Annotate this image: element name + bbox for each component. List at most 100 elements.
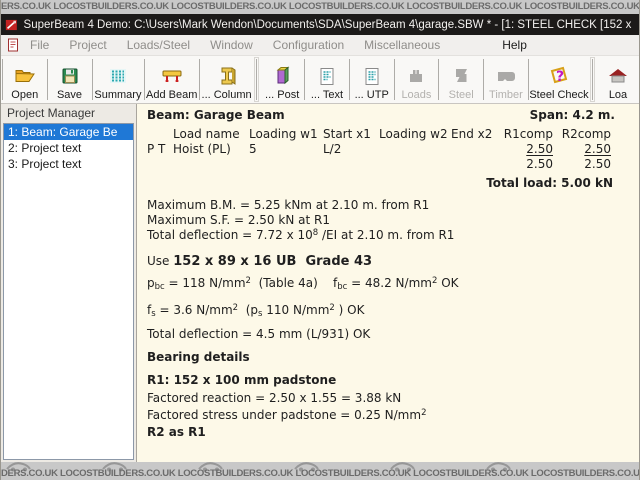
- cell: 5: [249, 142, 323, 157]
- cell: [379, 157, 451, 172]
- toolbar-separator: [438, 59, 439, 100]
- header-cell: End x2: [451, 127, 501, 142]
- toolbar-separator: [592, 59, 593, 100]
- section-designation: 152 x 89 x 16 UB Grade 43: [173, 254, 372, 269]
- menu-help[interactable]: Help: [493, 36, 536, 54]
- child-window-icon: [7, 38, 19, 52]
- toolbar-button-label: Steel Check: [529, 89, 588, 101]
- timber-button: Timber: [485, 56, 527, 103]
- project-item-text-2[interactable]: 2: Project text: [4, 140, 133, 156]
- project-item-text-3[interactable]: 3: Project text: [4, 156, 133, 172]
- max-sf-line: Maximum S.F. = 2.50 kN at R1: [147, 213, 633, 228]
- menu-bar: File Project Loads/Steel Window Configur…: [1, 35, 639, 56]
- utp-doc-icon: [364, 64, 380, 88]
- header-cell: [147, 127, 173, 142]
- toolbar-separator: [2, 59, 3, 100]
- fs-line: fs = 3.6 N/mm2 (ps 110 N/mm2 ) OK: [147, 303, 633, 318]
- use-section-line: Use 152 x 89 x 16 UB Grade 43: [147, 254, 633, 269]
- load-table-header: Load name Loading w1 Start x1 Loading w2…: [147, 127, 613, 142]
- watermark-banner-top: ERS.CO.UK LOCOSTBUILDERS.CO.UK LOCOSTBUI…: [1, 0, 639, 14]
- toolbar-separator: [349, 59, 350, 100]
- toolbar-button-label: Add Beam: [146, 89, 197, 101]
- add-beam-button[interactable]: Add Beam: [145, 56, 198, 103]
- header-cell: Start x1: [323, 127, 379, 142]
- toolbar-separator: [483, 59, 484, 100]
- header-cell: Loading w2: [379, 127, 451, 142]
- toolbar-separator: [144, 59, 145, 100]
- summary-button[interactable]: Summary: [93, 56, 142, 103]
- toolbar-button-label: ... Post: [265, 89, 299, 101]
- timber-icon: [495, 64, 517, 88]
- steel-check-icon: ?: [548, 64, 570, 88]
- toolbar-button-label: Summary: [94, 89, 141, 101]
- r1comp-value: 2.50: [526, 142, 553, 156]
- open-button[interactable]: Open: [4, 56, 46, 103]
- cell: L/2: [323, 142, 379, 157]
- project-item-beam[interactable]: 1: Beam: Garage Be: [4, 124, 133, 140]
- toolbar-separator: [394, 59, 395, 100]
- cell: [451, 142, 501, 157]
- open-folder-icon: [14, 64, 36, 88]
- loads-icon: [406, 64, 426, 88]
- load-table: Load name Loading w1 Start x1 Loading w2…: [147, 127, 613, 172]
- toolbar-button-label: ... Text: [311, 89, 343, 101]
- add-beam-icon: [160, 64, 184, 88]
- load-check-icon: [607, 64, 629, 88]
- toolbar-button-label: ... Column: [202, 89, 252, 101]
- toolbar-button-label: Timber: [489, 89, 523, 101]
- cell: Hoist (PL): [173, 142, 249, 157]
- toolbar-separator: [304, 59, 305, 100]
- r2-line: R2 as R1: [147, 425, 633, 440]
- bearing-details-heading: Bearing details: [147, 350, 633, 365]
- header-cell: Load name: [173, 127, 249, 142]
- menu-window[interactable]: Window: [201, 36, 262, 54]
- padstone-stress-line: Factored stress under padstone = 0.25 N/…: [147, 408, 633, 423]
- steel-check-button[interactable]: ? Steel Check: [530, 56, 589, 103]
- factored-reaction-line: Factored reaction = 2.50 x 1.55 = 3.88 k…: [147, 391, 633, 406]
- save-button[interactable]: Save: [49, 56, 91, 103]
- use-prefix: Use: [147, 254, 173, 268]
- beam-title: Beam: Garage Beam: [147, 108, 285, 122]
- title-bar: SuperBeam 4 Demo: C:\Users\Mark Wendon\D…: [1, 14, 639, 35]
- header-cell: Loading w1: [249, 127, 323, 142]
- toolbar-button-label: Loads: [401, 89, 431, 101]
- menu-miscellaneous[interactable]: Miscellaneous: [355, 36, 449, 54]
- max-bm-line: Maximum B.M. = 5.25 kNm at 2.10 m. from …: [147, 198, 633, 213]
- post-icon: [273, 64, 291, 88]
- toolbar-button-label: Loa: [609, 89, 627, 101]
- menu-configuration[interactable]: Configuration: [264, 36, 353, 54]
- cell: [249, 157, 323, 172]
- r1-padstone-heading: R1: 152 x 100 mm padstone: [147, 373, 633, 388]
- menu-loads-steel[interactable]: Loads/Steel: [118, 36, 199, 54]
- watermark-text: ERS.CO.UK LOCOSTBUILDERS.CO.UK LOCOSTBUI…: [1, 1, 639, 12]
- project-manager-panel: Project Manager 1: Beam: Garage Be 2: Pr…: [1, 104, 137, 462]
- text-doc-icon: [319, 64, 335, 88]
- menu-project[interactable]: Project: [60, 36, 115, 54]
- toolbar-button-label: Steel: [449, 89, 474, 101]
- load-check-button[interactable]: Loa: [597, 56, 639, 103]
- report-header-row: Beam: Garage Beam Span: 4.2 m.: [147, 108, 615, 122]
- toolbar: Open Save Summary: [1, 56, 639, 104]
- add-utp-button[interactable]: ... UTP: [351, 56, 393, 103]
- total-load: Total load: 5.00 kN: [147, 176, 613, 190]
- add-text-button[interactable]: ... Text: [306, 56, 348, 103]
- steel-button: Steel: [440, 56, 482, 103]
- add-column-button[interactable]: ... Column: [201, 56, 253, 103]
- project-listbox[interactable]: 1: Beam: Garage Be 2: Project text 3: Pr…: [3, 123, 134, 460]
- toolbar-separator: [199, 59, 200, 100]
- toolbar-button-label: ... UTP: [355, 89, 389, 101]
- watermark-text: DERS.CO.UK LOCOSTBUILDERS.CO.UK LOCOSTBU…: [1, 468, 639, 479]
- steel-check-report: Beam: Garage Beam Span: 4.2 m. Load name…: [137, 104, 639, 462]
- menu-file[interactable]: File: [21, 36, 58, 54]
- span-value: Span: 4.2 m.: [530, 108, 615, 122]
- toolbar-separator: [92, 59, 93, 100]
- add-post-button[interactable]: ... Post: [261, 56, 303, 103]
- steel-icon: [452, 64, 470, 88]
- r2comp-value: 2.50: [584, 142, 611, 156]
- summary-grid-icon: [109, 64, 127, 88]
- cell: [379, 142, 451, 157]
- cell: [451, 157, 501, 172]
- watermark-banner-bottom: DERS.CO.UK LOCOSTBUILDERS.CO.UK LOCOSTBU…: [1, 462, 639, 480]
- toolbar-button-label: Save: [57, 89, 82, 101]
- load-table-row: P T Hoist (PL) 5 L/2 2.50 2.50: [147, 142, 613, 157]
